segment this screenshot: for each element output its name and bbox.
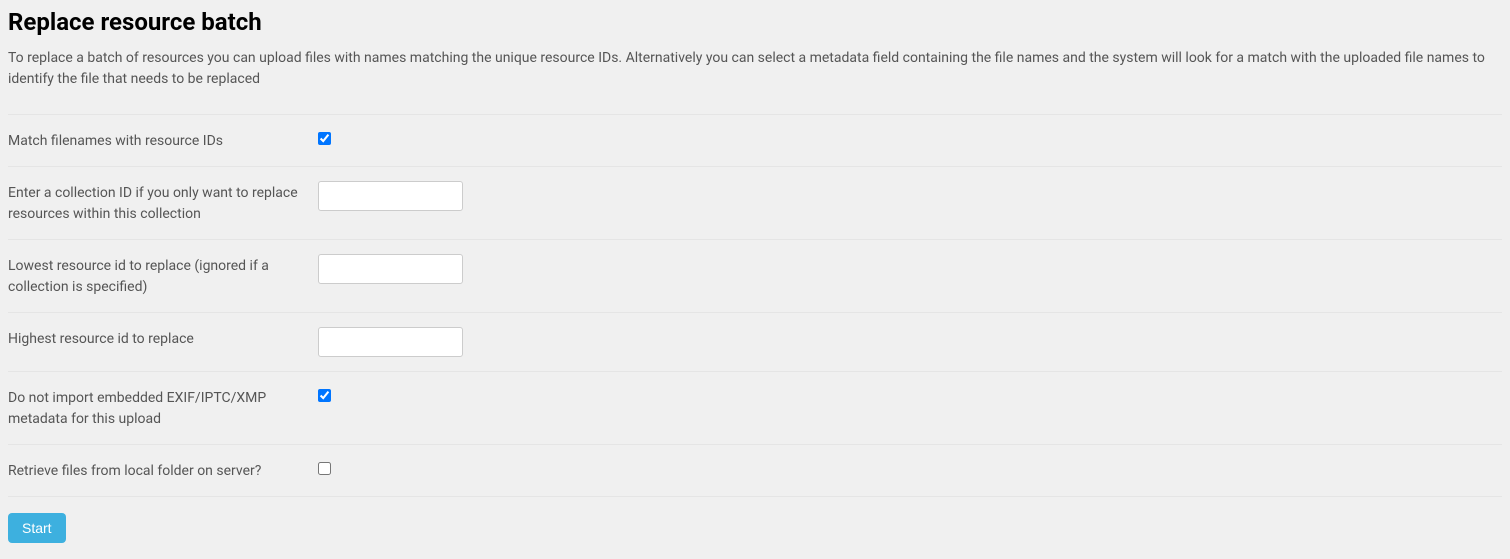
label-match-filenames: Match filenames with resource IDs [8,129,318,152]
row-highest-resource-id: Highest resource id to replace [8,313,1502,372]
label-lowest-resource-id: Lowest resource id to replace (ignored i… [8,254,318,298]
start-button[interactable]: Start [8,513,66,543]
row-collection-id: Enter a collection ID if you only want t… [8,167,1502,240]
input-collection-id[interactable] [318,181,463,211]
checkbox-match-filenames[interactable] [318,132,331,145]
row-no-import-metadata: Do not import embedded EXIF/IPTC/XMP met… [8,372,1502,445]
label-retrieve-local: Retrieve files from local folder on serv… [8,459,318,482]
checkbox-no-import-metadata[interactable] [318,389,331,402]
label-no-import-metadata: Do not import embedded EXIF/IPTC/XMP met… [8,386,318,430]
label-highest-resource-id: Highest resource id to replace [8,327,318,350]
input-highest-resource-id[interactable] [318,327,463,357]
checkbox-retrieve-local[interactable] [318,462,331,475]
page-description: To replace a batch of resources you can … [8,48,1502,90]
input-lowest-resource-id[interactable] [318,254,463,284]
row-lowest-resource-id: Lowest resource id to replace (ignored i… [8,240,1502,313]
label-collection-id: Enter a collection ID if you only want t… [8,181,318,225]
page-title: Replace resource batch [8,8,1502,36]
row-retrieve-local: Retrieve files from local folder on serv… [8,445,1502,497]
row-match-filenames: Match filenames with resource IDs [8,114,1502,167]
